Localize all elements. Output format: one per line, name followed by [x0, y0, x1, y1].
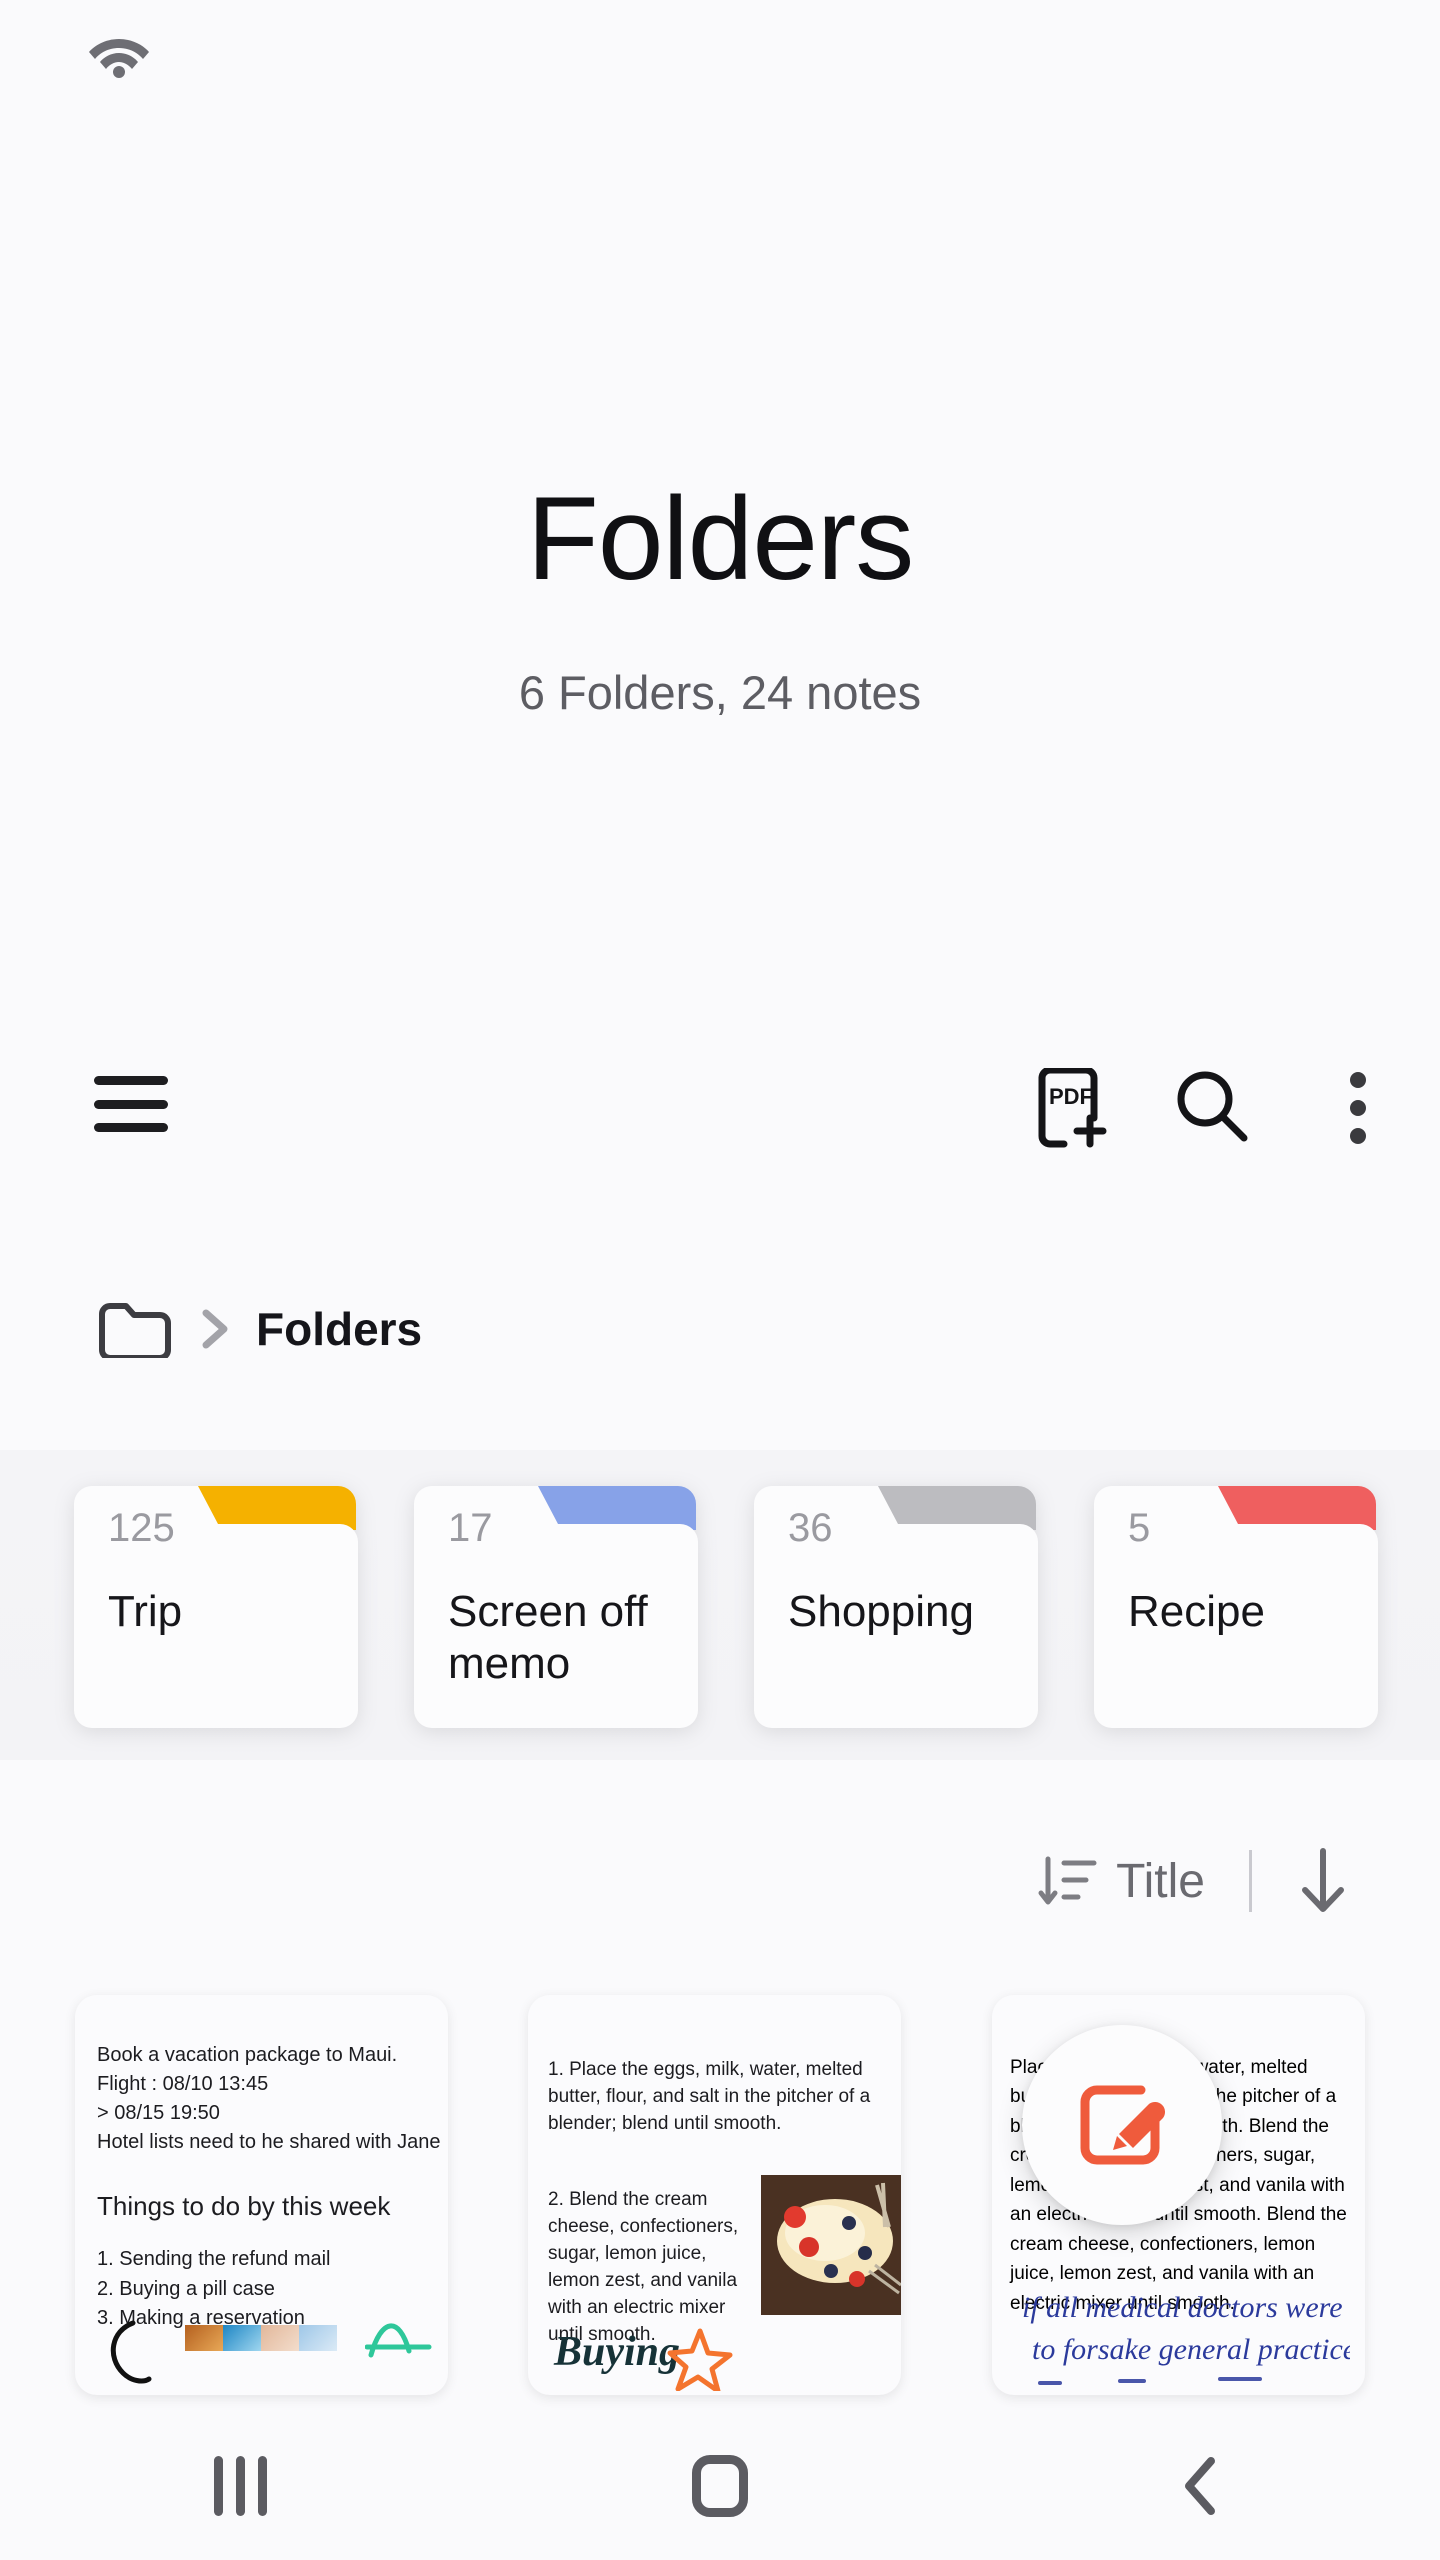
action-bar: PDF	[0, 1030, 1440, 1180]
back-icon	[1185, 2457, 1215, 2515]
folder-count: 125	[108, 1506, 175, 1550]
folder-card[interactable]: 36 Shopping	[750, 1478, 1038, 1738]
home-button[interactable]	[630, 2431, 810, 2541]
note-handwriting-ink: if all medical doctors were to forsake g…	[1022, 2291, 1350, 2385]
folder-count: 5	[1128, 1506, 1151, 1550]
note-green-drawing	[365, 2323, 432, 2358]
note-photo	[761, 2175, 901, 2315]
handwriting-line-1: if all medical doctors were	[1022, 2291, 1343, 2324]
folder-list: 125 Trip 17 Screen off memo 36 Shopping	[70, 1478, 1378, 1738]
note-image-thumbnails	[185, 2325, 337, 2351]
note-card[interactable]: 1. Place the eggs, milk, water, melted b…	[528, 1995, 901, 2395]
hamburger-menu-icon[interactable]	[94, 1076, 168, 1132]
folder-icon[interactable]	[96, 1300, 174, 1358]
sort-divider	[1249, 1850, 1252, 1912]
phone-screen: Folders 6 Folders, 24 notes PDF Folders	[0, 0, 1440, 2560]
sort-descending-icon[interactable]	[1038, 1853, 1098, 1909]
folder-card[interactable]: 5 Recipe	[1090, 1478, 1378, 1738]
folder-count: 36	[788, 1506, 833, 1550]
folder-name: Screen off memo	[448, 1587, 648, 1688]
breadcrumb-label[interactable]: Folders	[256, 1302, 422, 1356]
folder-name: Shopping	[788, 1587, 974, 1636]
note-handwriting-buying: Buying	[553, 2328, 733, 2391]
chevron-right-icon	[202, 1309, 228, 1349]
breadcrumb: Folders	[96, 1300, 422, 1358]
folder-card[interactable]: 17 Screen off memo	[410, 1478, 698, 1738]
more-options-icon[interactable]	[1346, 1072, 1370, 1144]
compose-note-icon	[1080, 2085, 1165, 2165]
pdf-add-icon[interactable]: PDF	[1034, 1068, 1110, 1148]
search-icon[interactable]	[1174, 1068, 1250, 1144]
back-button[interactable]	[1110, 2431, 1290, 2541]
page-subtitle: 6 Folders, 24 notes	[518, 666, 922, 719]
folder-name: Trip	[108, 1587, 183, 1636]
folder-count: 17	[448, 1506, 493, 1550]
folder-card[interactable]: 125 Trip	[70, 1478, 358, 1738]
recents-button[interactable]	[150, 2431, 330, 2541]
folder-name: Recipe	[1128, 1587, 1265, 1636]
sort-label[interactable]: Title	[1116, 1854, 1205, 1909]
status-bar	[0, 0, 1440, 110]
handwriting-line-2: to forsake general practice	[1032, 2333, 1350, 2366]
system-navigation-bar	[0, 2412, 1440, 2560]
note-paragraph: 1. Place the eggs, milk, water, melted b…	[548, 2059, 871, 2134]
notes-grid: Book a vacation package to Maui. Flight …	[0, 1995, 1440, 2415]
svg-text:PDF: PDF	[1049, 1084, 1093, 1109]
recents-icon	[213, 2456, 267, 2516]
page-title: Folders	[526, 473, 914, 605]
buying-text: Buying	[553, 2329, 680, 2375]
sort-bar: Title	[1038, 1845, 1350, 1917]
arrow-down-icon[interactable]	[1296, 1845, 1350, 1917]
home-icon	[692, 2455, 748, 2517]
compose-note-button[interactable]	[1022, 2025, 1222, 2225]
note-body: Book a vacation package to Maui. Flight …	[97, 2044, 441, 2153]
note-heading: Things to do by this week	[97, 2191, 391, 2221]
note-card[interactable]: Book a vacation package to Maui. Flight …	[75, 1995, 448, 2395]
wifi-icon	[89, 39, 149, 78]
